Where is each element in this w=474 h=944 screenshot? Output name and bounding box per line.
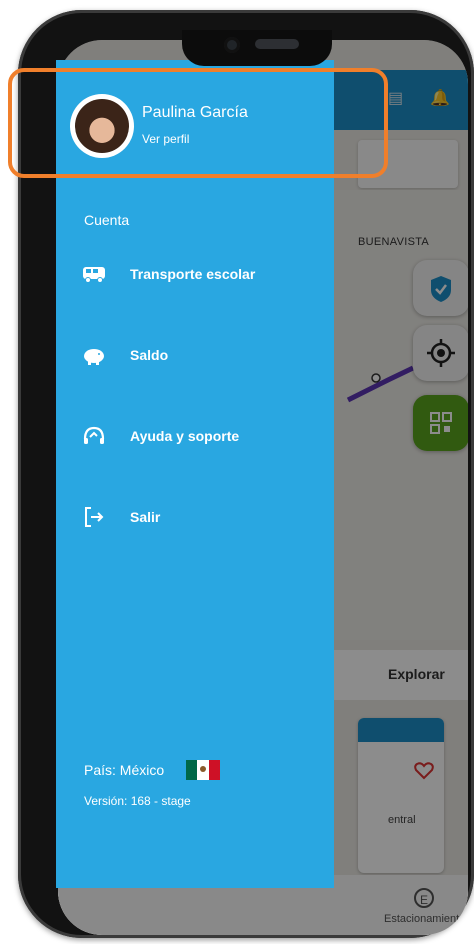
menu-item-label: Ayuda y soporte [130,428,240,444]
navigation-drawer: Paulina García Ver perfil Cuenta Transpo… [56,60,334,888]
menu-item-saldo[interactable]: Saldo [56,335,334,377]
menu-item-label: Saldo [130,347,169,363]
section-label: Cuenta [84,212,130,228]
earpiece-speaker [255,39,299,49]
profile-highlight-box [8,68,388,178]
bus-icon [82,262,106,286]
menu-item-label: Salir [130,509,161,525]
menu-item-transporte[interactable]: Transporte escolar [56,254,334,296]
menu-item-salir[interactable]: Salir [56,497,334,539]
menu-item-label: Transporte escolar [130,266,256,282]
piggy-bank-icon [82,343,106,367]
country-label: País: México [84,762,165,778]
version-label: Versión: 168 - stage [84,794,191,808]
mexico-flag-icon[interactable] [186,760,220,780]
logout-icon [82,505,106,529]
menu-item-ayuda[interactable]: Ayuda y soporte [56,416,334,458]
support-headset-icon [82,424,106,448]
front-camera [224,37,240,53]
